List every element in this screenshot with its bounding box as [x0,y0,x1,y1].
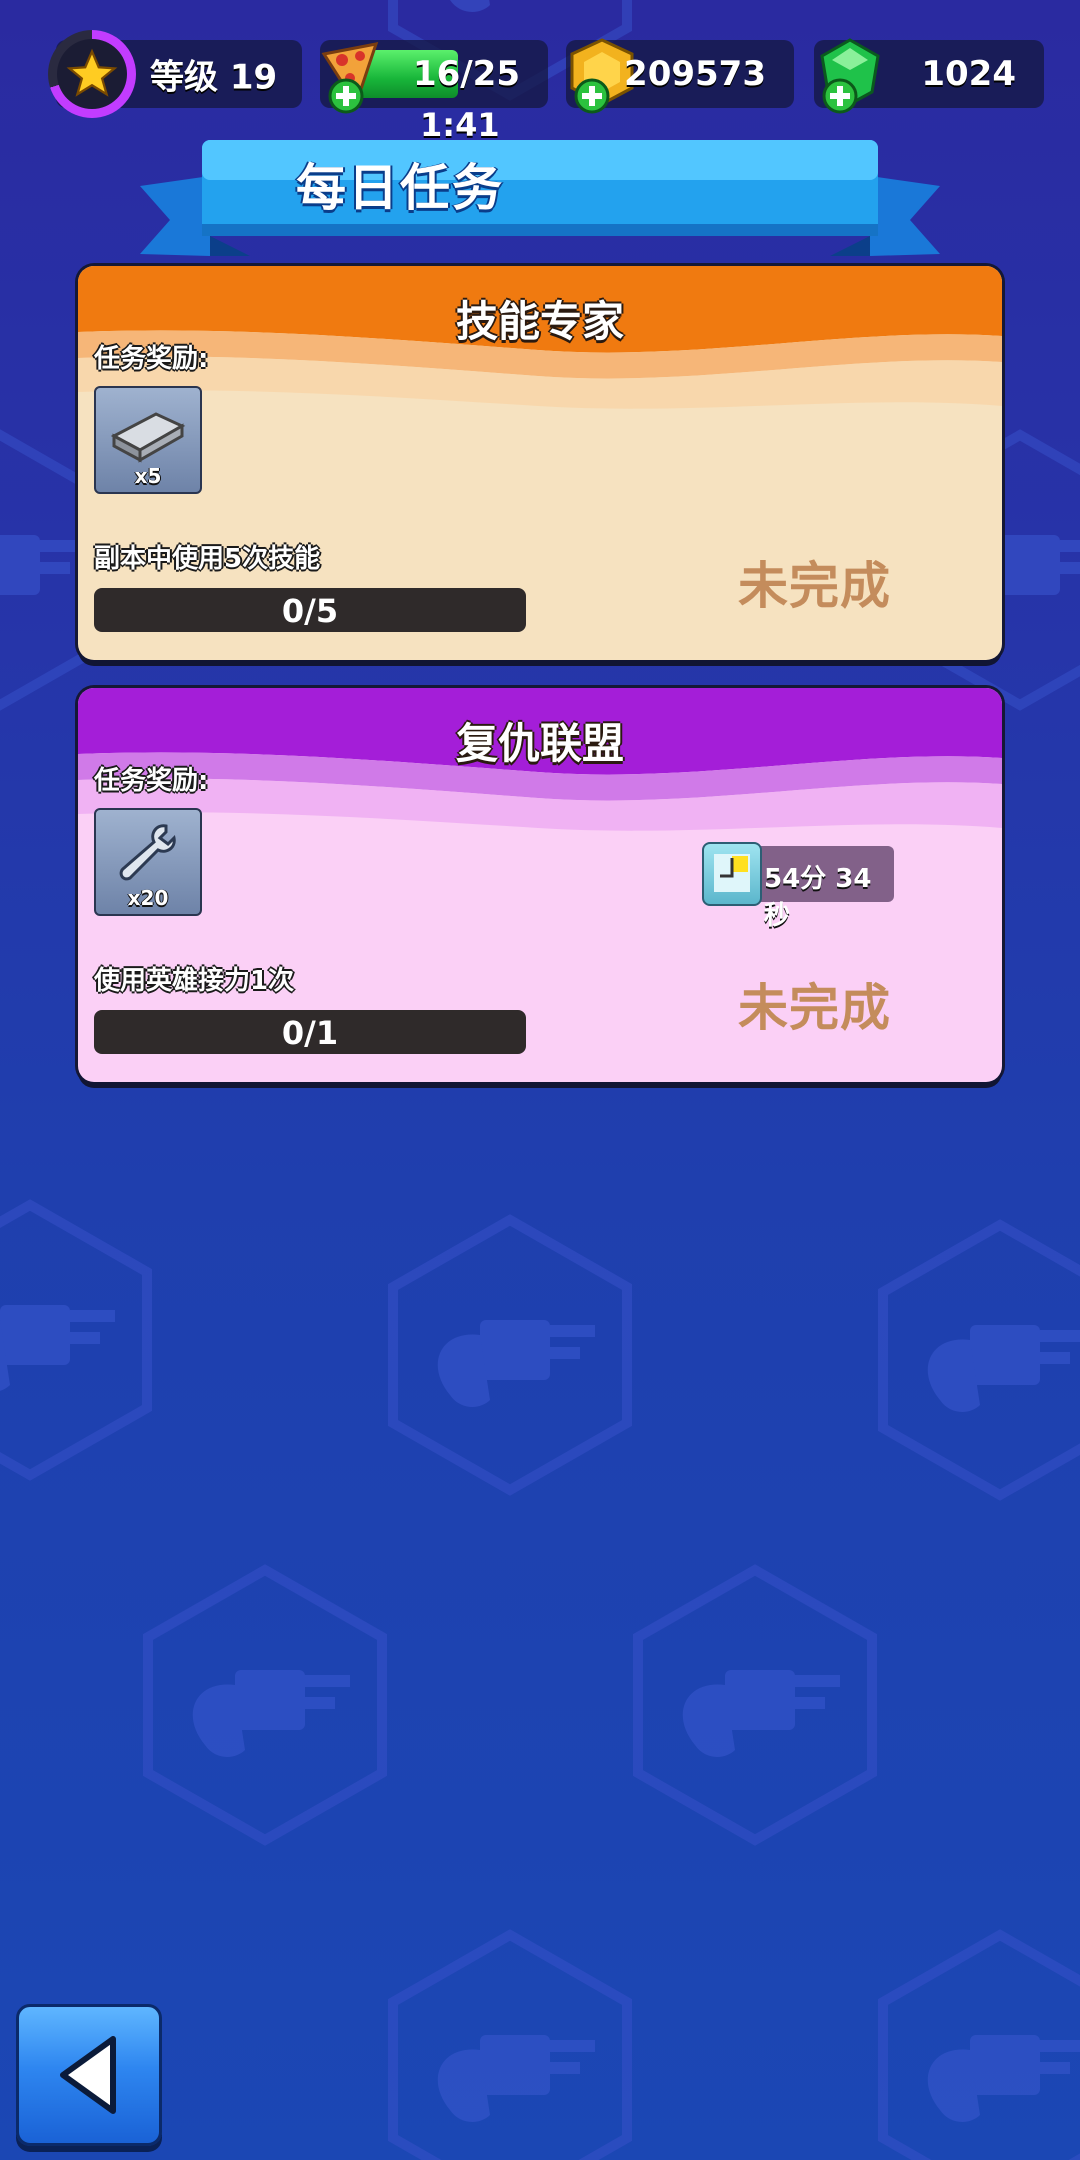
energy-value: 16/25 [412,54,520,94]
energy-timer: 1:41 [420,106,500,144]
gem-pill[interactable]: 1024 [814,38,1044,114]
reward-item[interactable]: x5 [94,386,202,494]
pizza-energy-icon [321,42,379,114]
progress-text: 0/5 [281,592,339,630]
task-description: 使用英雄接力1次 [94,966,295,996]
wrench-icon [119,824,176,881]
green-gem-icon [820,38,880,114]
task-status: 未完成 [738,557,891,615]
level-label: 等级 19 [150,57,278,98]
reward-label: 任务奖励: [94,344,209,374]
reward-quantity: x5 [134,464,162,488]
task-title: 技能专家 [455,297,624,346]
gold-value: 209573 [624,54,766,94]
reward-item[interactable]: x20 [94,808,202,916]
top-resource-bar: 等级 19 16/25 1:41 209573 1024 [0,0,1080,144]
star-icon [66,48,118,97]
back-button[interactable] [16,2004,162,2146]
task-progress-bar: 0/1 [94,1010,526,1054]
level-badge[interactable] [48,30,136,118]
gem-value: 1024 [921,54,1016,94]
metal-bar-icon [110,412,186,463]
task-timer: 54分 34秒 [702,842,894,931]
task-card-revenge-league: 复仇联盟 任务奖励: x20 54分 34秒 使用英雄接力1次 0/1 未完成 [78,688,1002,1082]
back-arrow-icon [60,2036,116,2114]
timer-text: 54分 34秒 [764,864,872,931]
reward-quantity: x20 [127,886,169,910]
energy-pill[interactable]: 16/25 [320,40,548,114]
gold-pill[interactable]: 209573 [566,38,794,114]
clock-icon [702,842,762,906]
progress-text: 0/1 [281,1014,339,1052]
task-status: 未完成 [738,979,891,1037]
task-card-skill-expert: 技能专家 任务奖励: x5 副本中使用5次技能 0/5 未完成 [78,266,1002,660]
reward-label: 任务奖励: [94,766,209,796]
task-title: 复仇联盟 [455,719,624,768]
page-title: 每日任务 [296,159,504,217]
task-description: 副本中使用5次技能 [94,544,321,574]
task-progress-bar: 0/5 [94,588,526,632]
